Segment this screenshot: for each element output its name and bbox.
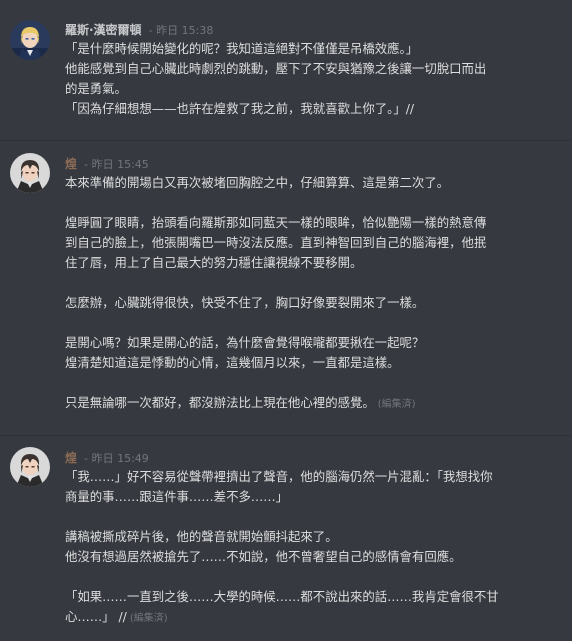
avatar-blond-character-icon bbox=[10, 20, 50, 60]
timestamp[interactable]: 昨日 15:49 bbox=[92, 452, 149, 465]
message-content: 「我……」好不容易從聲帶裡擠出了聲音，他的腦海仍然一片混亂：「我想找你 商量的事… bbox=[65, 467, 565, 627]
timestamp-separator: - bbox=[84, 452, 92, 465]
avatar[interactable] bbox=[10, 447, 50, 487]
timestamp-separator: - bbox=[84, 158, 92, 171]
avatar-dark-haired-character-icon bbox=[10, 153, 50, 193]
avatar[interactable] bbox=[10, 153, 50, 193]
message-line: 商量的事……跟這件事……差不多……」 bbox=[65, 489, 289, 504]
message-header: 煌 - 昨日 15:49 bbox=[65, 447, 149, 467]
message-line-text: 心……」 // bbox=[65, 609, 127, 624]
message-feed: 羅斯·漢密爾頓 - 昨日 15:38 「是什麼時候開始變化的呢？我知道這絕對不僅… bbox=[0, 0, 572, 641]
message-line: 住了唇，用上了自己最大的努力穩住讓視線不要移開。 bbox=[65, 255, 363, 270]
edited-label: (編集済) bbox=[129, 613, 168, 624]
username[interactable]: 羅斯·漢密爾頓 bbox=[65, 23, 142, 37]
message-line: 「是什麼時候開始變化的呢？我知道這絕對不僅僅是吊橋效應。」 bbox=[65, 41, 419, 56]
message-line: 煌清楚知道這是悸動的心情，這幾個月以來，一直都是這樣。 bbox=[65, 355, 400, 370]
timestamp[interactable]: 昨日 15:45 bbox=[92, 158, 149, 171]
message-line: 他沒有想過居然被搶先了……不如說，他不曾奢望自己的感情會有回應。 bbox=[65, 549, 462, 564]
message-line: 怎麼辦，心臟跳得很快，快受不住了，胸口好像要裂開來了一樣。 bbox=[65, 295, 425, 310]
message-line: 他能感覺到自己心臟此時劇烈的跳動，壓下了不安與猶豫之後讓一切脫口而出 bbox=[65, 61, 487, 76]
avatar-dark-haired-character-icon bbox=[10, 447, 50, 487]
message-line: 「我……」好不容易從聲帶裡擠出了聲音，他的腦海仍然一片混亂：「我想找你 bbox=[65, 469, 493, 484]
username[interactable]: 煌 bbox=[65, 451, 77, 465]
message-line: 只是無論哪一次都好，都沒辦法比上現在他心裡的感覺。 (編集済) bbox=[65, 393, 565, 413]
message-line: 是開心嗎？如果是開心的話，為什麼會覺得喉嚨都要揪在一起呢？ bbox=[65, 335, 425, 350]
message-line-text: 只是無論哪一次都好，都沒辦法比上現在他心裡的感覺。 bbox=[65, 395, 375, 410]
message-header: 羅斯·漢密爾頓 - 昨日 15:38 bbox=[65, 19, 213, 39]
message-line: 本來準備的開場白又再次被堵回胸腔之中，仔細算算、這是第二次了。 bbox=[65, 175, 450, 190]
message-line: 的是勇氣。 bbox=[65, 81, 127, 96]
edited-label: (編集済) bbox=[377, 399, 416, 410]
message-line: 講稿被撕成碎片後，他的聲音就開始顫抖起來了。 bbox=[65, 529, 338, 544]
message-content: 「是什麼時候開始變化的呢？我知道這絕對不僅僅是吊橋效應。」 他能感覺到自己心臟此… bbox=[65, 39, 565, 119]
username[interactable]: 煌 bbox=[65, 157, 77, 171]
message-line: 「如果……一直到之後……大學的時候……都不說出來的話……我肯定會很不甘 bbox=[65, 589, 499, 604]
message-line: 「因為仔細想想——也許在煌救了我之前，我就喜歡上你了。」// bbox=[65, 101, 415, 116]
timestamp-separator: - bbox=[148, 24, 157, 37]
message-header: 煌 - 昨日 15:45 bbox=[65, 153, 149, 173]
message-line: 到自己的臉上，他張開嘴巴一時沒法反應。直到神智回到自己的腦海裡，他抿 bbox=[65, 235, 487, 250]
message-divider bbox=[0, 435, 572, 436]
message-content: 本來準備的開場白又再次被堵回胸腔之中，仔細算算、這是第二次了。 煌睜圓了眼睛，抬… bbox=[65, 173, 565, 413]
message-line: 心……」 //(編集済) bbox=[65, 607, 565, 627]
timestamp[interactable]: 昨日 15:38 bbox=[156, 24, 213, 37]
message-line: 煌睜圓了眼睛，抬頭看向羅斯那如同藍天一樣的眼眸，恰似艷陽一樣的熱意傳 bbox=[65, 215, 487, 230]
avatar[interactable] bbox=[10, 20, 50, 60]
message-divider bbox=[0, 140, 572, 141]
